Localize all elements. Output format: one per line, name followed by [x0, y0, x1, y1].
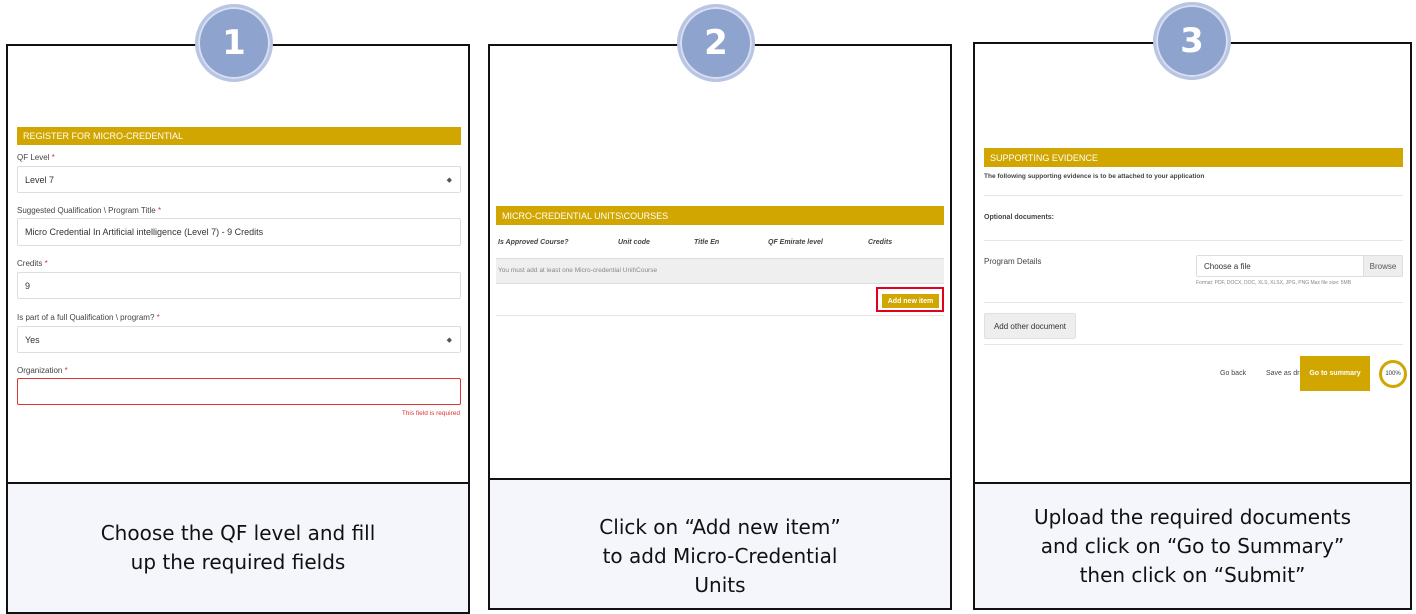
qf-level-label: QF Level *	[17, 153, 55, 162]
add-other-document-button[interactable]: Add other document	[984, 313, 1076, 339]
step-2-badge: 2	[677, 4, 755, 82]
table-divider	[496, 315, 944, 316]
step-1-caption: Choose the QF level and fill up the requi…	[8, 482, 468, 612]
step-2-caption: Click on “Add new item” to add Micro-Cred…	[490, 478, 950, 608]
part-of-program-label: Is part of a full Qualification \ progra…	[17, 313, 160, 322]
empty-row: You must add at least one Micro-credenti…	[496, 258, 944, 284]
select-caret-icon: ◆	[446, 336, 452, 344]
col-title-en: Title En	[694, 239, 720, 246]
col-credits: Credits	[868, 239, 893, 246]
organization-input[interactable]	[17, 378, 461, 405]
go-to-summary-button[interactable]: Go to summary	[1300, 356, 1370, 391]
qf-level-select[interactable]: Level 7 ◆	[17, 166, 461, 193]
add-new-item-button[interactable]: Add new item	[882, 294, 939, 308]
step-1-badge: 1	[195, 4, 273, 82]
evidence-divider-2	[984, 240, 1403, 241]
units-header: MICRO-CREDENTIAL UNITS\COURSES	[496, 206, 944, 225]
progress-indicator: 100%	[1379, 360, 1407, 388]
part-of-program-select[interactable]: Yes ◆	[17, 326, 461, 353]
step-3-panel: SUPPORTING EVIDENCE The following suppor…	[973, 42, 1412, 610]
program-details-label: Program Details	[984, 257, 1042, 266]
step-2-panel: MICRO-CREDENTIAL UNITS\COURSES Is Approv…	[488, 44, 952, 610]
optional-documents-label: Optional documents:	[984, 214, 1054, 221]
empty-message: You must add at least one Micro-credenti…	[498, 267, 658, 274]
register-header: REGISTER FOR MICRO-CREDENTIAL	[17, 127, 461, 145]
organization-label: Organization *	[17, 366, 68, 375]
program-title-label: Suggested Qualification \ Program Title …	[17, 206, 162, 215]
col-unit-code: Unit code	[618, 239, 650, 246]
credits-input[interactable]: 9	[17, 272, 461, 299]
format-hint: Format: PDF, DOCX, DOC, XLS, XLSX, JPG, …	[1196, 280, 1352, 286]
program-title-input[interactable]: Micro Credential In Artificial intellige…	[17, 218, 461, 246]
step-1-panel: REGISTER FOR MICRO-CREDENTIAL QF Level *…	[6, 44, 470, 614]
evidence-divider-1	[984, 195, 1403, 196]
step-3-badge: 3	[1153, 2, 1231, 80]
credits-label: Credits *	[17, 259, 48, 268]
go-back-button[interactable]: Go back	[1220, 370, 1246, 377]
select-caret-icon: ◆	[446, 176, 452, 184]
organization-error: This field is required	[401, 410, 460, 417]
evidence-header: SUPPORTING EVIDENCE	[984, 148, 1403, 167]
file-chooser[interactable]: Choose a file Browse	[1196, 255, 1403, 277]
evidence-intro: The following supporting evidence is to …	[984, 173, 1205, 180]
col-qf-level: QF Emirate level	[768, 239, 823, 246]
browse-button[interactable]: Browse	[1363, 256, 1402, 276]
step-3-caption: Upload the required documents and click o…	[975, 482, 1410, 608]
evidence-divider-4	[984, 344, 1403, 345]
col-approved: Is Approved Course?	[498, 239, 569, 246]
evidence-divider-3	[984, 302, 1403, 303]
